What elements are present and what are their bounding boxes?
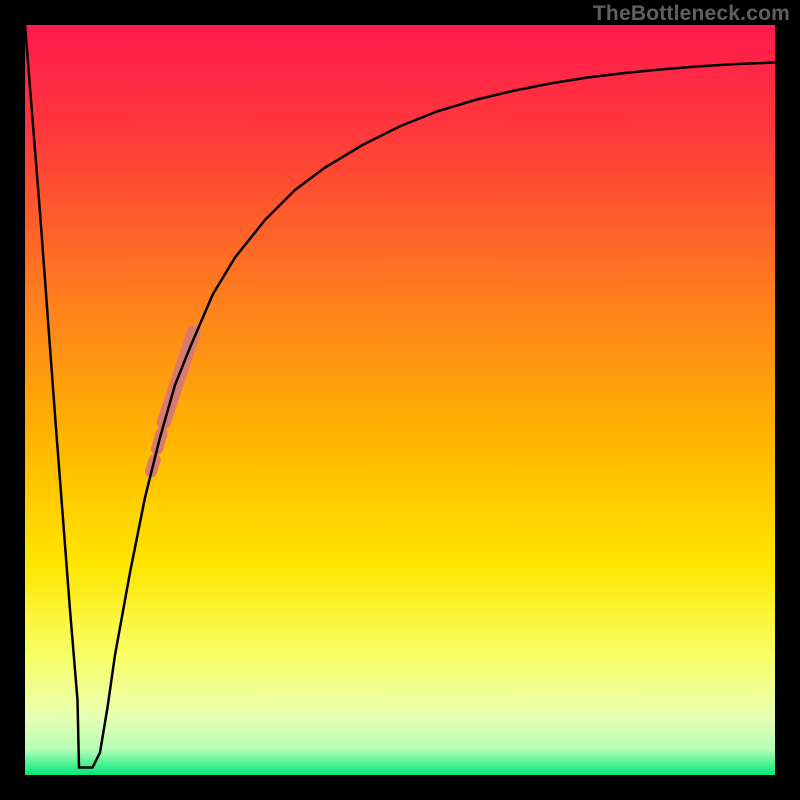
plot-area bbox=[25, 25, 775, 775]
gradient-background bbox=[25, 25, 775, 775]
watermark-text: TheBottleneck.com bbox=[593, 2, 790, 26]
chart-frame: TheBottleneck.com bbox=[0, 0, 800, 800]
chart-svg bbox=[25, 25, 775, 775]
